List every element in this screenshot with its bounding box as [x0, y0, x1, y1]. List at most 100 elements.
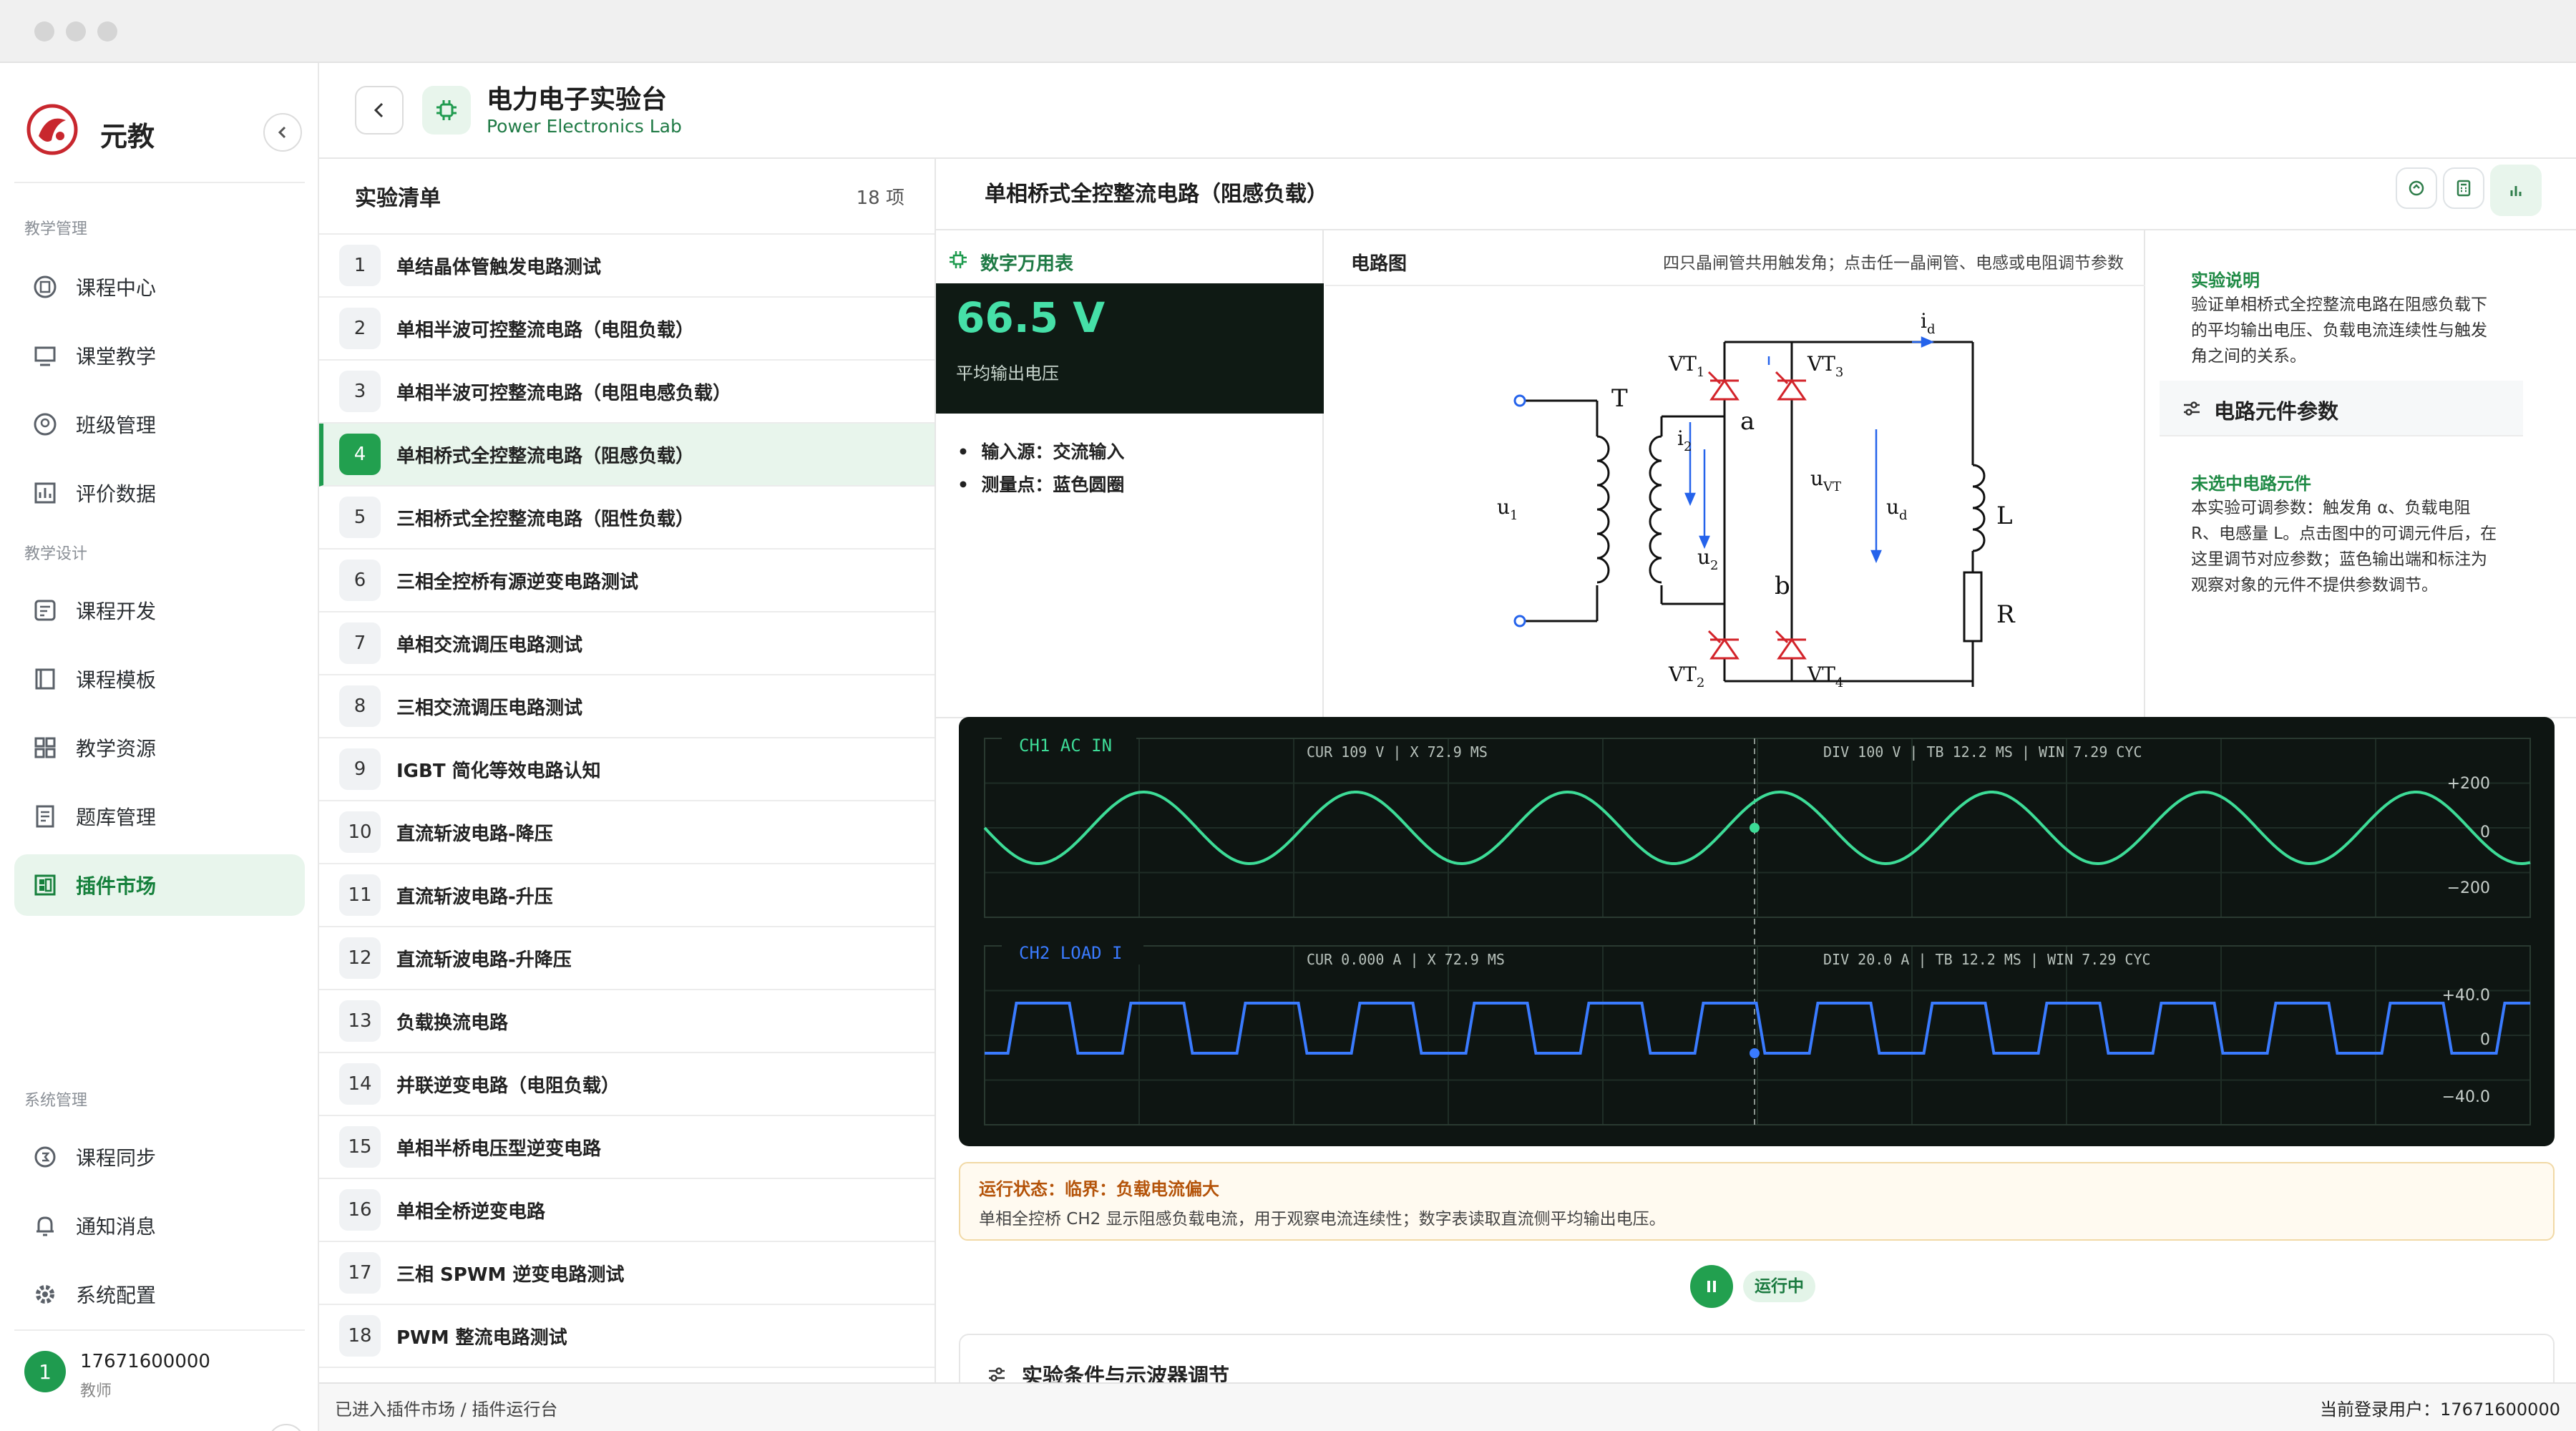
bell-icon	[36, 1216, 54, 1236]
list-item[interactable]: 6 三相全控桥有源逆变电路测试	[319, 550, 935, 612]
nav-section-design: 教学设计	[24, 545, 88, 563]
list-item[interactable]: 11 直流斩波电路-升压	[319, 864, 935, 927]
sidebar-item-label: 通知消息	[76, 1215, 157, 1239]
status-title: 运行状态：临界：负载电流偏大	[979, 1179, 1219, 1199]
meter-title: 数字万用表	[980, 253, 1074, 275]
page-header: 电力电子实验台 Power Electronics Lab	[319, 63, 2576, 159]
list-item[interactable]: 18 PWM 整流电路测试	[319, 1305, 935, 1368]
list-item-label: IGBT 简化等效电路认知	[396, 760, 601, 782]
pause-icon	[1707, 1281, 1716, 1292]
circuit-hint: 四只晶闸管共用触发角；点击任一晶闸管、电感或电阻调节参数	[1663, 254, 2124, 273]
desc-text: 验证单相桥式全控整流电路在阻感负载下的平均输出电压、负载电流连续性与触发角之间的…	[2191, 296, 2487, 366]
list-item[interactable]: 12 直流斩波电路-升降压	[319, 927, 935, 990]
sidebar-item-label: 课程中心	[76, 276, 157, 300]
ch2-tick-zero: 0	[2480, 1031, 2490, 1049]
sidebar: 元教 教学管理 课程中心 课堂教学 班级管理 评价数据 教学设计 课程开发 课程…	[0, 63, 319, 1431]
list-item[interactable]: 17 三相 SPWM 逆变电路测试	[319, 1242, 935, 1305]
svg-text:ud: ud	[1886, 495, 1908, 523]
ch1-cursor: CUR 109 V | X 72.9 MS	[1307, 743, 1488, 761]
reset-button[interactable]	[2396, 167, 2437, 209]
window-zoom-button[interactable]	[97, 21, 117, 41]
list-item-number: 3	[339, 371, 381, 412]
meter-bullet-probe: • 测量点：蓝色圆圈	[957, 474, 1125, 495]
multimeter-panel: 数字万用表 66.5 V 平均输出电压 • 输入源：交流输入 • 测量点：蓝色圆…	[936, 230, 1324, 717]
list-item[interactable]: 3 单相半波可控整流电路（电阻电感负载）	[319, 361, 935, 424]
list-item[interactable]: 10 直流斩波电路-降压	[319, 801, 935, 864]
sidebar-item-system-config[interactable]: 系统配置	[14, 1264, 305, 1325]
chip-icon	[950, 251, 967, 268]
list-item-label: 单结晶体管触发电路测试	[396, 256, 602, 278]
ch2-cursor: CUR 0.000 A | X 72.9 MS	[1307, 951, 1505, 968]
list-item[interactable]: 7 单相交流调压电路测试	[319, 612, 935, 675]
list-item[interactable]: 14 并联逆变电路（电阻负载）	[319, 1053, 935, 1116]
ch2-tick-min: −40.0	[2442, 1088, 2490, 1106]
status-bar: 已进入插件市场 / 插件运行台 当前登录用户：17671600000	[319, 1382, 2576, 1431]
sidebar-item-question-bank[interactable]: 题库管理	[14, 786, 305, 847]
sidebar-item-label: 题库管理	[76, 806, 157, 829]
list-item-number: 6	[339, 560, 381, 601]
chart-icon	[34, 482, 56, 504]
sidebar-item-class-management[interactable]: 班级管理	[14, 394, 305, 455]
list-item-label: 单相半波可控整流电路（电阻电感负载）	[396, 382, 732, 404]
conditions-card: 实验条件与示波器调节	[959, 1334, 2555, 1382]
list-item-number: 2	[339, 308, 381, 349]
sidebar-item-course-sync[interactable]: 课程同步	[14, 1126, 305, 1188]
pause-button[interactable]	[1690, 1265, 1733, 1308]
ch2-cursor-dot[interactable]	[1750, 1048, 1760, 1058]
sidebar-item-label: 教学资源	[76, 737, 157, 761]
list-item-label: 单相半波可控整流电路（电阻负载）	[396, 319, 695, 341]
chevron-left-icon	[278, 126, 286, 139]
list-item-number: 17	[339, 1252, 381, 1294]
list-item-number: 7	[339, 622, 381, 664]
list-item-label: 并联逆变电路（电阻负载）	[396, 1075, 620, 1097]
sliders-icon	[2184, 401, 2200, 416]
sync-icon	[34, 1146, 56, 1168]
collapse-sidebar-button[interactable]	[263, 113, 302, 152]
label-transformer: T	[1611, 384, 1628, 413]
list-item[interactable]: 9 IGBT 简化等效电路认知	[319, 738, 935, 801]
list-item-label: 三相桥式全控整流电路（阻性负载）	[396, 508, 695, 530]
template-icon	[35, 668, 55, 690]
window-close-button[interactable]	[34, 21, 54, 41]
list-item-label: 单相桥式全控整流电路（阻感负载）	[396, 445, 695, 467]
sidebar-item-teaching-resource[interactable]: 教学资源	[14, 717, 305, 778]
list-item[interactable]: 8 三相交流调压电路测试	[319, 675, 935, 738]
chevron-left-icon	[374, 102, 384, 118]
back-button[interactable]	[355, 86, 404, 135]
list-item[interactable]: 2 单相半波可控整流电路（电阻负载）	[319, 298, 935, 361]
list-item[interactable]: 5 三相桥式全控整流电路（阻性负载）	[319, 487, 935, 550]
list-item[interactable]: 4 单相桥式全控整流电路（阻感负载）	[319, 424, 935, 487]
chart-view-button[interactable]	[2490, 165, 2542, 216]
current-user-label: 当前登录用户：17671600000	[2320, 1400, 2560, 1420]
experiment-workspace: 单相桥式全控整流电路（阻感负载） 数字万用表 66.5 V 平均输出电压 • 输…	[936, 159, 2576, 1382]
circuit-title: 电路图	[1351, 253, 1407, 275]
sidebar-item-label: 插件市场	[76, 874, 157, 898]
list-item[interactable]: 16 单相全桥逆变电路	[319, 1179, 935, 1242]
list-item-number: 1	[339, 245, 381, 286]
svg-text:VT3: VT3	[1807, 352, 1843, 380]
sidebar-item-course-center[interactable]: 课程中心	[14, 256, 305, 318]
list-item[interactable]: 13 负载换流电路	[319, 990, 935, 1053]
list-item-label: 单相半桥电压型逆变电路	[396, 1138, 602, 1160]
experiment-list-panel: 实验清单 18 项 1 单结晶体管触发电路测试 2 单相半波可控整流电路（电阻负载） 3…	[319, 159, 936, 1382]
ch1-tick-zero: 0	[2480, 824, 2490, 841]
sliders-icon	[989, 1367, 1005, 1382]
meter-display: 66.5 V 平均输出电压	[936, 283, 1324, 414]
ch1-cursor-dot[interactable]	[1750, 823, 1760, 833]
sidebar-item-notification[interactable]: 通知消息	[14, 1195, 305, 1256]
sidebar-item-course-dev[interactable]: 课程开发	[14, 580, 305, 641]
sidebar-item-plugin-market[interactable]: 插件市场	[14, 854, 305, 916]
params-header: 电路元件参数	[2160, 381, 2523, 436]
ch2-division: DIV 20.0 A | TB 12.2 MS | WIN 7.29 CYC	[1823, 951, 2151, 968]
sidebar-item-course-template[interactable]: 课程模板	[14, 648, 305, 710]
list-item-number: 5	[339, 497, 381, 538]
desc-title: 实验说明	[2191, 270, 2260, 290]
list-item-label: 直流斩波电路-升压	[396, 886, 553, 908]
list-item[interactable]: 15 单相半桥电压型逆变电路	[319, 1116, 935, 1179]
ch2-tick-max: +40.0	[2442, 987, 2490, 1005]
sidebar-item-classroom[interactable]: 课堂教学	[14, 325, 305, 386]
window-minimize-button[interactable]	[66, 21, 86, 41]
calculator-button[interactable]	[2443, 167, 2484, 209]
list-item[interactable]: 1 单结晶体管触发电路测试	[319, 235, 935, 298]
sidebar-item-evaluation[interactable]: 评价数据	[14, 462, 305, 524]
